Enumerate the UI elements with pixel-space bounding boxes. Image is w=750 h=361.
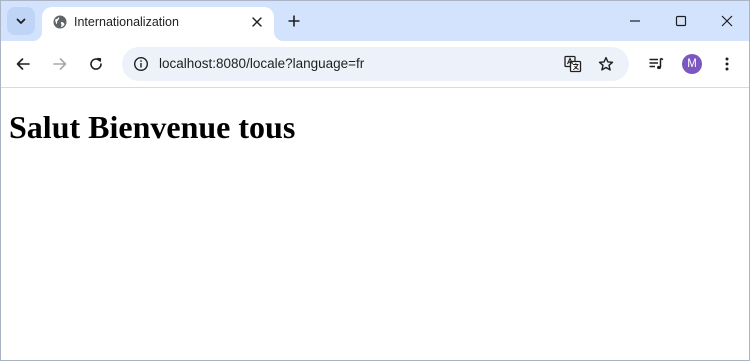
tab-title: Internationalization [74, 15, 179, 29]
globe-icon [53, 15, 67, 29]
reload-icon [90, 57, 102, 70]
maximize-button[interactable] [667, 7, 695, 35]
chevron-down-icon [16, 18, 26, 24]
back-button[interactable] [9, 50, 37, 78]
toolbar: localhost:8080/locale?language=fr M [1, 41, 749, 88]
url-text[interactable]: localhost:8080/locale?language=fr [159, 56, 364, 71]
maximize-icon [675, 15, 687, 27]
profile-avatar[interactable]: M [682, 54, 702, 74]
site-info-button[interactable] [130, 53, 152, 75]
tab-active[interactable]: Internationalization [32, 7, 284, 41]
close-icon [721, 15, 733, 27]
new-tab-button[interactable] [283, 10, 305, 32]
menu-button[interactable] [713, 50, 741, 78]
forward-button[interactable] [46, 50, 74, 78]
tab-search-button[interactable] [7, 7, 35, 35]
playlist-music-icon [649, 57, 664, 70]
arrow-right-icon [53, 58, 67, 70]
close-window-button[interactable] [713, 7, 741, 35]
page-content: Salut Bienvenue tous [1, 88, 749, 360]
minimize-button[interactable] [621, 7, 649, 35]
reload-button[interactable] [82, 50, 110, 78]
media-controls-button[interactable] [642, 50, 670, 78]
plus-icon [288, 15, 300, 27]
browser-window: Internationalization localhost:8080/loca… [0, 0, 750, 361]
close-tab-button[interactable] [248, 13, 266, 31]
info-icon [133, 56, 149, 72]
arrow-left-icon [16, 58, 30, 70]
translate-icon [564, 55, 582, 73]
star-icon [598, 56, 614, 71]
minimize-icon [630, 20, 640, 22]
more-vertical-icon [725, 57, 729, 71]
close-icon [252, 17, 262, 27]
translate-button[interactable] [562, 53, 584, 75]
page-heading: Salut Bienvenue tous [9, 109, 296, 145]
tab-strip: Internationalization [1, 1, 749, 41]
bookmark-button[interactable] [595, 53, 617, 75]
address-bar[interactable]: localhost:8080/locale?language=fr [122, 47, 629, 81]
